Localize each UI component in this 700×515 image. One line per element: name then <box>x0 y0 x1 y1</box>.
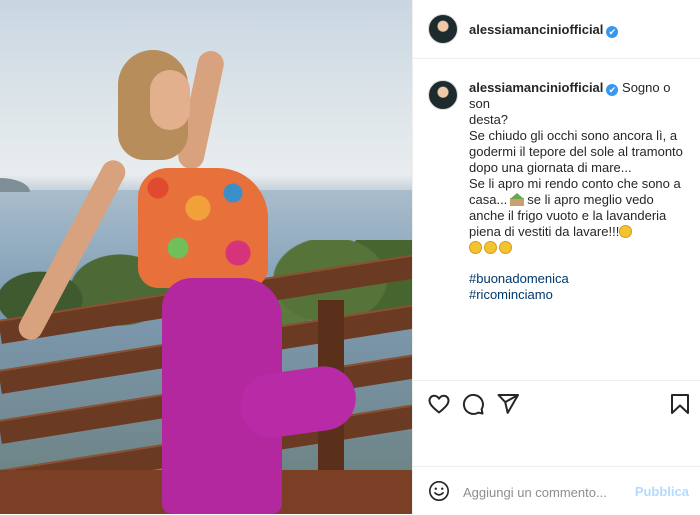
laughing-emojis <box>469 240 691 256</box>
caption-line: desta? <box>469 112 509 127</box>
hashtag-link[interactable]: #ricominciamo <box>469 287 691 303</box>
caption-fragment: piena di vestiti da lavare!!! <box>469 224 620 239</box>
laugh-emoji-icon <box>484 241 497 254</box>
username-link[interactable]: alessiamanciniofficial <box>469 22 603 37</box>
caption-fragment: casa... <box>469 192 508 207</box>
bookmark-icon[interactable] <box>668 392 692 421</box>
caption-first-line: alessiamanciniofficial ✔ Sogno o son <box>469 80 691 112</box>
house-emoji-icon <box>510 193 525 206</box>
weary-face-emoji-icon <box>619 225 633 238</box>
laugh-emoji-icon <box>469 241 482 254</box>
caption-line-casa: casa... se li apro meglio vedo <box>469 192 691 208</box>
avatar[interactable] <box>428 14 458 44</box>
header-user: alessiamanciniofficial ✔ <box>469 21 619 39</box>
verified-badge-icon: ✔ <box>606 84 619 96</box>
caption-line: Se chiudo gli occhi sono ancora lì, a <box>469 128 678 143</box>
heart-icon[interactable] <box>427 392 451 421</box>
smiley-icon[interactable] <box>428 480 450 507</box>
post-photo[interactable] <box>0 0 412 514</box>
laugh-emoji-icon <box>499 241 512 254</box>
verified-badge-icon: ✔ <box>606 26 619 38</box>
likes-area <box>413 422 700 466</box>
floral-top <box>138 168 268 288</box>
action-bar <box>413 380 700 423</box>
distant-hill <box>0 178 30 192</box>
caption-line-last: piena di vestiti da lavare!!! <box>469 224 691 240</box>
hashtag-link[interactable]: #buonadomenica <box>469 271 691 287</box>
comment-icon[interactable] <box>461 392 485 421</box>
post-header: alessiamanciniofficial ✔ <box>413 0 700 59</box>
caption-fragment: se li apro meglio vedo <box>527 192 654 207</box>
post-comment-button[interactable]: Pubblica <box>635 484 689 499</box>
comment-bar: Pubblica <box>413 466 700 515</box>
caption-line: godermi il tepore del sole al tramonto <box>469 144 683 159</box>
caption-area: alessiamanciniofficial ✔ Sogno o son dest… <box>413 58 700 378</box>
post-side-panel: alessiamanciniofficial ✔ alessiamanciniof… <box>412 0 700 514</box>
caption-line: dopo una giornata di mare... <box>469 160 632 175</box>
comment-input[interactable] <box>461 481 645 503</box>
hashtags: #buonadomenica #ricominciamo <box>469 271 691 303</box>
caption-line: Se li apro mi rendo conto che sono a <box>469 176 681 191</box>
caption-line: anche il frigo vuoto e la lavanderia <box>469 208 667 223</box>
caption-text: alessiamanciniofficial ✔ Sogno o son dest… <box>469 80 691 303</box>
woman-face <box>150 70 190 130</box>
caption-username-link[interactable]: alessiamanciniofficial <box>469 80 603 95</box>
paper-plane-icon[interactable] <box>496 392 520 421</box>
instagram-post: alessiamanciniofficial ✔ alessiamanciniof… <box>0 0 700 514</box>
caption-avatar[interactable] <box>428 80 458 110</box>
